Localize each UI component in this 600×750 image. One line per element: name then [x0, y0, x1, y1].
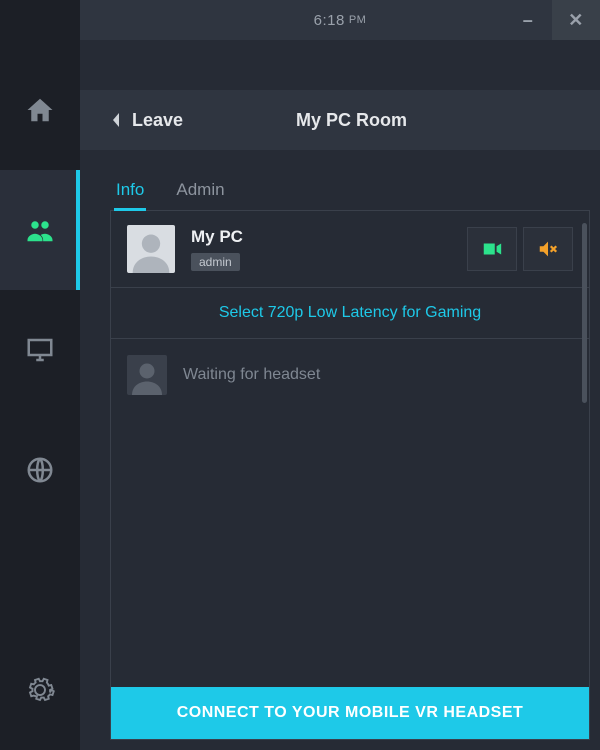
sidebar-item-settings[interactable]: [0, 630, 80, 750]
user-meta: My PC admin: [191, 227, 243, 271]
room-title: My PC Room: [183, 110, 520, 131]
scrollbar-thumb[interactable]: [582, 223, 587, 403]
person-icon: [129, 359, 165, 395]
waiting-row: Waiting for headset: [111, 339, 589, 411]
avatar-placeholder: [127, 355, 167, 395]
tabs: Info Admin: [110, 180, 590, 211]
home-icon: [25, 95, 55, 125]
info-panel: My PC admin Select 720p Low Latency for …: [110, 211, 590, 740]
sidebar: [0, 0, 80, 750]
clock-ampm: PM: [349, 14, 367, 26]
users-icon: [25, 215, 55, 245]
user-name: My PC: [191, 227, 243, 247]
user-actions: [467, 227, 573, 271]
video-icon: [481, 238, 503, 260]
close-button[interactable]: ✕: [552, 0, 600, 40]
sidebar-item-monitor[interactable]: [0, 290, 80, 410]
room-header: Leave My PC Room: [80, 90, 600, 150]
tab-admin[interactable]: Admin: [174, 180, 226, 210]
waiting-text: Waiting for headset: [183, 366, 320, 384]
chevron-left-icon: [110, 112, 122, 128]
titlebar: 6:18 PM – ✕: [80, 0, 600, 40]
person-icon: [129, 229, 173, 273]
speaker-muted-icon: [537, 238, 559, 260]
close-icon: ✕: [568, 10, 584, 31]
minimize-button[interactable]: –: [504, 0, 552, 40]
quality-link[interactable]: Select 720p Low Latency for Gaming: [111, 288, 589, 339]
main: 6:18 PM – ✕ Leave My PC Room Info Admin: [80, 0, 600, 750]
gear-icon: [25, 675, 55, 705]
minimize-icon: –: [523, 10, 534, 31]
window-controls: – ✕: [504, 0, 600, 40]
clock-time: 6:18: [314, 12, 345, 29]
leave-label: Leave: [132, 110, 183, 131]
leave-button[interactable]: Leave: [110, 110, 183, 131]
connect-button[interactable]: CONNECT TO YOUR MOBILE VR HEADSET: [111, 687, 589, 739]
tab-info[interactable]: Info: [114, 180, 146, 210]
sidebar-item-users[interactable]: [0, 170, 80, 290]
content: Info Admin My PC admin: [80, 150, 600, 750]
monitor-icon: [25, 335, 55, 365]
header-gap: [80, 40, 600, 90]
user-row: My PC admin: [111, 211, 589, 288]
sidebar-item-home[interactable]: [0, 50, 80, 170]
globe-icon: [25, 455, 55, 485]
video-button[interactable]: [467, 227, 517, 271]
mute-button[interactable]: [523, 227, 573, 271]
sidebar-item-globe[interactable]: [0, 410, 80, 530]
role-badge: admin: [191, 253, 240, 271]
avatar: [127, 225, 175, 273]
